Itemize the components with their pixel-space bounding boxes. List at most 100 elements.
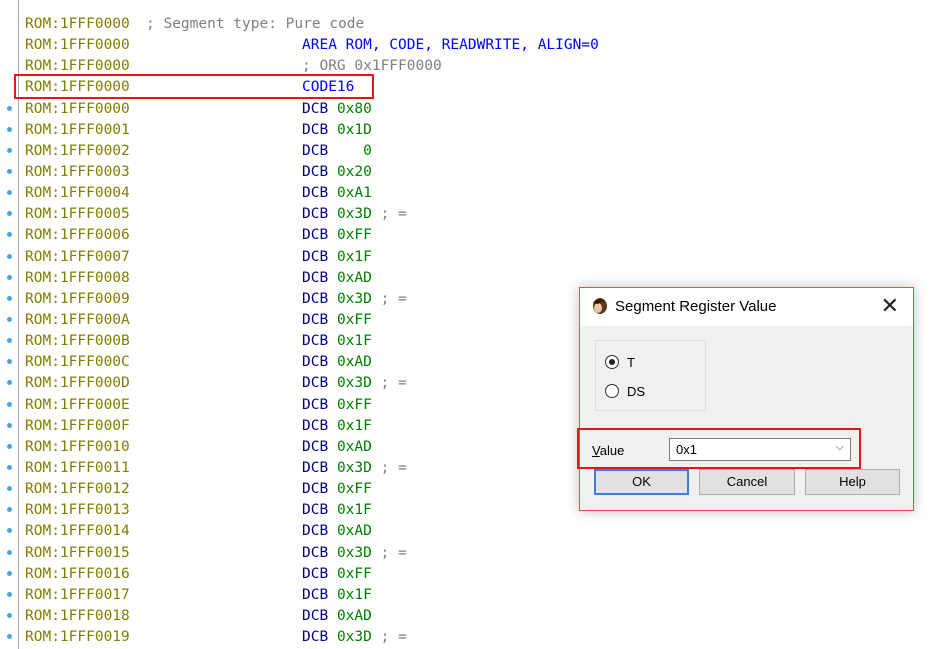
close-icon[interactable]: ✕: [881, 294, 899, 319]
breakpoint-dot-icon[interactable]: [7, 105, 12, 111]
help-button[interactable]: Help: [805, 469, 900, 495]
listing-row[interactable]: ROM:1FFF0012 DCB 0xFF: [0, 479, 560, 500]
row-operand[interactable]: 0x3D: [337, 375, 372, 391]
breakpoint-dot-icon[interactable]: [7, 634, 12, 640]
breakpoint-dot-icon[interactable]: [7, 274, 12, 280]
breakpoint-dot-icon[interactable]: [7, 338, 12, 344]
radio-ds-circle[interactable]: [605, 384, 619, 398]
row-instruction: DCB 0x3D ; =: [302, 627, 407, 648]
listing-row[interactable]: ROM:1FFF000E DCB 0xFF: [0, 395, 560, 416]
breakpoint-dot-icon[interactable]: [7, 232, 12, 238]
listing-row[interactable]: ROM:1FFF000B DCB 0x1F: [0, 331, 560, 352]
row-operand[interactable]: 0x1F: [337, 333, 372, 349]
breakpoint-dot-icon[interactable]: [7, 126, 12, 132]
row-operand[interactable]: 0xAD: [337, 523, 372, 539]
dialog-titlebar[interactable]: Segment Register Value ✕: [580, 288, 913, 326]
breakpoint-dot-icon[interactable]: [7, 190, 12, 196]
listing-row[interactable]: ROM:1FFF0007 DCB 0x1F: [0, 247, 560, 268]
listing-row[interactable]: ROM:1FFF0009 DCB 0x3D ; =: [0, 289, 560, 310]
disassembly-listing[interactable]: ROM:1FFF0000; Segment type: Pure code ROM…: [0, 14, 599, 648]
listing-row[interactable]: ROM:1FFF0000 ; Segment type: Pure code: [0, 14, 560, 35]
breakpoint-dot-icon[interactable]: [7, 528, 12, 534]
listing-row[interactable]: ROM:1FFF0000 AREA ROM, CODE, READWRITE, A…: [0, 35, 599, 56]
breakpoint-dot-icon[interactable]: [7, 507, 12, 513]
breakpoint-dot-icon[interactable]: [7, 549, 12, 555]
breakpoint-dot-icon[interactable]: [7, 591, 12, 597]
row-operand[interactable]: 0x3D: [337, 545, 372, 561]
row-operand[interactable]: 0x3D: [337, 460, 372, 476]
row-operand[interactable]: 0xAD: [337, 270, 372, 286]
row-operand[interactable]: 0x20: [337, 164, 372, 180]
listing-row[interactable]: ROM:1FFF0010 DCB 0xAD: [0, 437, 560, 458]
row-operand[interactable]: 0xFF: [337, 481, 372, 497]
breakpoint-dot-icon[interactable]: [7, 380, 12, 386]
row-operand[interactable]: 0x3D: [337, 291, 372, 307]
listing-row[interactable]: ROM:1FFF0011 DCB 0x3D ; =: [0, 458, 560, 479]
breakpoint-dot-icon[interactable]: [7, 422, 12, 428]
row-operand[interactable]: 0x1D: [337, 122, 372, 138]
listing-row[interactable]: ROM:1FFF000F DCB 0x1F: [0, 416, 560, 437]
breakpoint-dot-icon[interactable]: [7, 486, 12, 492]
row-mnemonic: DCB: [302, 523, 329, 540]
row-operand[interactable]: 0xAD: [337, 439, 372, 455]
listing-row[interactable]: ROM:1FFF0000 DCB 0x80: [0, 99, 560, 120]
listing-row[interactable]: ROM:1FFF0016 DCB 0xFF: [0, 564, 560, 585]
row-operand[interactable]: 0xFF: [337, 566, 372, 582]
listing-row[interactable]: ROM:1FFF0001 DCB 0x1D: [0, 120, 560, 141]
breakpoint-dot-icon[interactable]: [7, 359, 12, 365]
radio-ds[interactable]: DS: [605, 383, 705, 403]
breakpoint-dot-icon[interactable]: [7, 464, 12, 470]
breakpoint-dot-icon[interactable]: [7, 211, 12, 217]
listing-row[interactable]: ROM:1FFF000C DCB 0xAD: [0, 352, 560, 373]
row-operand[interactable]: 0x1F: [337, 587, 372, 603]
row-operand[interactable]: 0x3D: [337, 206, 372, 222]
row-operand[interactable]: 0xAD: [337, 354, 372, 370]
listing-row[interactable]: ROM:1FFF0018 DCB 0xAD: [0, 606, 560, 627]
row-operand[interactable]: 0x1F: [337, 502, 372, 518]
listing-row[interactable]: ROM:1FFF0008 DCB 0xAD: [0, 268, 560, 289]
row-operand[interactable]: 0x1F: [337, 418, 372, 434]
ok-button[interactable]: OK: [594, 469, 689, 495]
listing-row[interactable]: ROM:1FFF000D DCB 0x3D ; =: [0, 373, 560, 394]
row-comment: ; Segment type: Pure code: [146, 16, 365, 32]
listing-row[interactable]: ROM:1FFF0015 DCB 0x3D ; =: [0, 543, 560, 564]
row-operand[interactable]: 0xFF: [337, 312, 372, 328]
listing-row[interactable]: ROM:1FFF0013 DCB 0x1F: [0, 500, 560, 521]
breakpoint-dot-icon[interactable]: [7, 443, 12, 449]
breakpoint-dot-icon[interactable]: [7, 253, 12, 259]
breakpoint-dot-icon[interactable]: [7, 316, 12, 322]
listing-row[interactable]: ROM:1FFF0019 DCB 0x3D ; =: [0, 627, 560, 648]
listing-row[interactable]: ROM:1FFF0004 DCB 0xA1: [0, 183, 560, 204]
listing-row[interactable]: ROM:1FFF0003 DCB 0x20: [0, 162, 560, 183]
listing-row[interactable]: ROM:1FFF0005 DCB 0x3D ; =: [0, 204, 560, 225]
breakpoint-dot-icon[interactable]: [7, 612, 12, 618]
listing-row[interactable]: ROM:1FFF0014 DCB 0xAD: [0, 521, 560, 542]
row-mnemonic: DCB: [302, 354, 329, 371]
row-comment: ; =: [380, 544, 407, 561]
cancel-button[interactable]: Cancel: [699, 469, 795, 495]
radio-t[interactable]: T: [605, 354, 705, 374]
breakpoint-dot-icon[interactable]: [7, 168, 12, 174]
breakpoint-dot-icon[interactable]: [7, 401, 12, 407]
listing-row[interactable]: ROM:1FFF0017 DCB 0x1F: [0, 585, 560, 606]
row-operand[interactable]: 0x3D: [337, 629, 372, 645]
row-operand[interactable]: 0x80: [337, 101, 372, 117]
listing-row[interactable]: ROM:1FFF0002 DCB 0: [0, 141, 560, 162]
row-operand[interactable]: 0xFF: [337, 397, 372, 413]
listing-row[interactable]: ROM:1FFF0006 DCB 0xFF: [0, 225, 560, 246]
row-address: ROM:1FFF0016: [25, 565, 130, 582]
row-mnemonic: DCB: [302, 396, 329, 413]
breakpoint-dot-icon[interactable]: [7, 147, 12, 153]
radio-t-circle[interactable]: [605, 355, 619, 369]
row-address: ROM:1FFF000C: [25, 354, 130, 371]
row-operand[interactable]: 0x1F: [337, 249, 372, 265]
row-operand[interactable]: 0xFF: [337, 227, 372, 243]
row-operand[interactable]: 0: [337, 143, 372, 159]
row-operand[interactable]: 0xA1: [337, 185, 372, 201]
breakpoint-dot-icon[interactable]: [7, 570, 12, 576]
row-address: ROM:1FFF0011: [25, 459, 130, 476]
row-mnemonic: DCB: [302, 206, 329, 223]
listing-row[interactable]: ROM:1FFF000A DCB 0xFF: [0, 310, 560, 331]
row-operand[interactable]: 0xAD: [337, 608, 372, 624]
breakpoint-dot-icon[interactable]: [7, 295, 12, 301]
